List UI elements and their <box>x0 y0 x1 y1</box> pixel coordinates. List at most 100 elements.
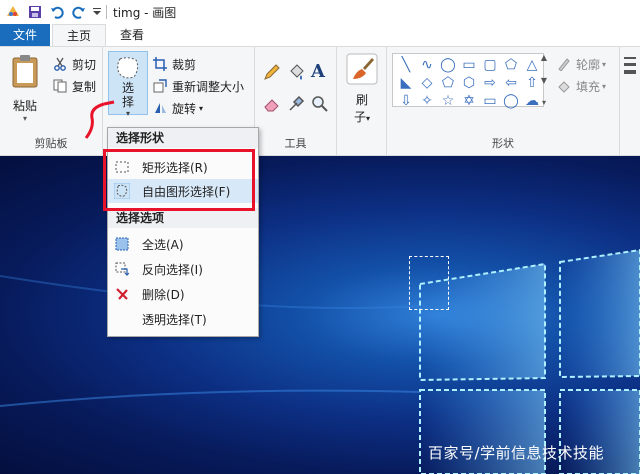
customize-dropdown-icon[interactable] <box>92 3 102 21</box>
brushes-group: 刷 子▾ <box>337 47 387 155</box>
size-button-partial[interactable] <box>622 55 640 98</box>
cut-button[interactable]: 剪切 <box>52 55 96 73</box>
shape-item-icon[interactable]: ∿ <box>418 57 436 73</box>
paste-button[interactable]: 粘贴 ▾ <box>6 53 44 123</box>
watermark-text: 百家号/学前信息技术技能 <box>428 444 605 462</box>
select-label-top: 选 <box>121 81 134 95</box>
pencil-icon[interactable] <box>263 63 281 84</box>
shape-item-icon[interactable]: ✧ <box>418 93 436 109</box>
crop-button[interactable]: 裁剪 <box>152 55 196 73</box>
scissors-icon <box>52 56 68 72</box>
cut-label: 剪切 <box>72 57 97 72</box>
copy-button[interactable]: 复制 <box>52 77 96 95</box>
brushes-button[interactable]: 刷 子▾ <box>343 53 381 125</box>
text-tool-icon[interactable]: A <box>311 61 325 82</box>
menu-item-transparent-selection[interactable]: 透明选择(T) <box>108 307 258 331</box>
menu-section-select-shapes: 选择形状 <box>108 128 258 148</box>
save-icon[interactable] <box>26 3 44 21</box>
crop-label: 裁剪 <box>172 57 197 72</box>
fill-button[interactable]: 填充 ▾ <box>556 77 606 95</box>
tab-file[interactable]: 文件 <box>0 24 50 46</box>
shape-item-icon[interactable]: ▢ <box>481 57 499 73</box>
redo-icon[interactable] <box>70 3 88 21</box>
rotate-button[interactable]: 旋转 ▾ <box>152 99 203 117</box>
drawing-canvas[interactable] <box>0 156 640 474</box>
paste-label: 粘贴 <box>12 99 37 113</box>
shape-item-icon[interactable]: ⬠ <box>502 57 520 73</box>
select-all-icon <box>114 236 130 252</box>
shape-item-icon[interactable]: ◇ <box>418 75 436 91</box>
outline-button[interactable]: 轮廓 ▾ <box>556 55 606 73</box>
shape-item-icon[interactable]: ╲ <box>397 57 415 73</box>
clipboard-icon <box>10 53 40 89</box>
shape-item-icon[interactable]: ⇦ <box>502 75 520 91</box>
menu-item-label: 透明选择(T) <box>142 312 207 327</box>
scroll-up-icon[interactable]: ▲ <box>541 53 547 62</box>
tools-group: A 工具 <box>255 47 337 155</box>
windows-wallpaper <box>0 248 640 474</box>
brush-icon <box>346 53 378 85</box>
tab-home[interactable]: 主页 <box>52 24 107 46</box>
brush-label-bottom-text: 子 <box>353 110 366 124</box>
shape-item-icon[interactable]: ☆ <box>439 93 457 109</box>
copy-icon <box>52 78 68 94</box>
rotate-icon <box>152 100 168 116</box>
shape-item-icon[interactable]: ⬠ <box>439 75 457 91</box>
ribbon-tabs: 文件 主页 查看 <box>0 24 640 46</box>
paint-app-icon[interactable] <box>4 3 22 21</box>
shapes-group-label: 形状 <box>492 137 514 150</box>
brush-dropdown-icon: ▾ <box>366 114 371 123</box>
undo-icon[interactable] <box>48 3 66 21</box>
selection-rectangle[interactable] <box>409 256 449 310</box>
shape-item-icon[interactable]: ▭ <box>460 57 478 73</box>
fill-bucket-icon[interactable] <box>287 63 305 84</box>
menu-item-label: 全选(A) <box>142 237 184 252</box>
tools-group-label: 工具 <box>284 137 307 150</box>
brush-label-top: 刷 <box>355 93 368 107</box>
resize-label: 重新调整大小 <box>172 79 245 94</box>
window-title: timg - 画图 <box>113 5 177 20</box>
rotate-label: 旋转 <box>172 101 197 116</box>
menu-item-delete[interactable]: 删除(D) <box>108 282 258 306</box>
gallery-expand-icon[interactable]: ▾ <box>542 98 546 107</box>
shape-item-icon[interactable]: ⇩ <box>397 93 415 109</box>
outline-dropdown-icon: ▾ <box>602 59 607 69</box>
shape-item-icon[interactable]: ⬡ <box>460 75 478 91</box>
separator <box>106 5 107 19</box>
rotate-dropdown-icon: ▾ <box>199 103 204 113</box>
scroll-down-icon[interactable]: ▼ <box>541 76 547 85</box>
fill-dropdown-icon: ▾ <box>602 81 607 91</box>
delete-icon <box>114 286 130 302</box>
copy-label: 复制 <box>72 79 97 94</box>
menu-section-selection-options: 选择选项 <box>108 208 258 228</box>
invert-selection-icon <box>114 261 130 277</box>
transparent-selection-icon <box>114 311 130 327</box>
crop-icon <box>152 56 168 72</box>
annotation-highlight-box <box>103 149 255 211</box>
shape-item-icon[interactable]: ⇨ <box>481 75 499 91</box>
shape-item-icon[interactable]: ✡ <box>460 93 478 109</box>
quick-access-toolbar <box>0 0 107 24</box>
gallery-scroll[interactable]: ▲ ▼ ▾ <box>538 53 550 107</box>
outline-label: 轮廓 <box>576 57 601 72</box>
shape-item-icon[interactable]: ▭ <box>481 93 499 109</box>
eraser-icon[interactable] <box>263 95 281 116</box>
menu-item-select-all[interactable]: 全选(A) <box>108 232 258 256</box>
select-shape-icon <box>114 55 142 81</box>
fill-icon <box>556 78 572 94</box>
tab-view[interactable]: 查看 <box>106 24 158 46</box>
fill-label: 填充 <box>576 79 601 94</box>
shape-item-icon[interactable]: ◣ <box>397 75 415 91</box>
magnifier-icon[interactable] <box>311 95 329 116</box>
shapes-gallery[interactable]: ╲ ∿ ◯ ▭ ▢ ⬠ △ ◣ ◇ ⬠ ⬡ ⇨ ⇦ ⇧ ⇩ ✧ ☆ ✡ ▭ ◯ ☁ <box>392 53 544 109</box>
shape-item-icon[interactable]: ◯ <box>502 93 520 109</box>
resize-button[interactable]: 重新调整大小 <box>152 77 244 95</box>
resize-icon <box>152 78 168 94</box>
shape-item-icon[interactable]: ◯ <box>439 57 457 73</box>
brush-label-bottom: 子▾ <box>343 108 381 125</box>
outline-icon <box>556 56 572 72</box>
color-picker-icon[interactable] <box>287 95 305 116</box>
title-bar: timg - 画图 <box>0 0 640 24</box>
paste-dropdown-icon: ▾ <box>22 114 27 123</box>
menu-item-invert-selection[interactable]: 反向选择(I) <box>108 257 258 281</box>
